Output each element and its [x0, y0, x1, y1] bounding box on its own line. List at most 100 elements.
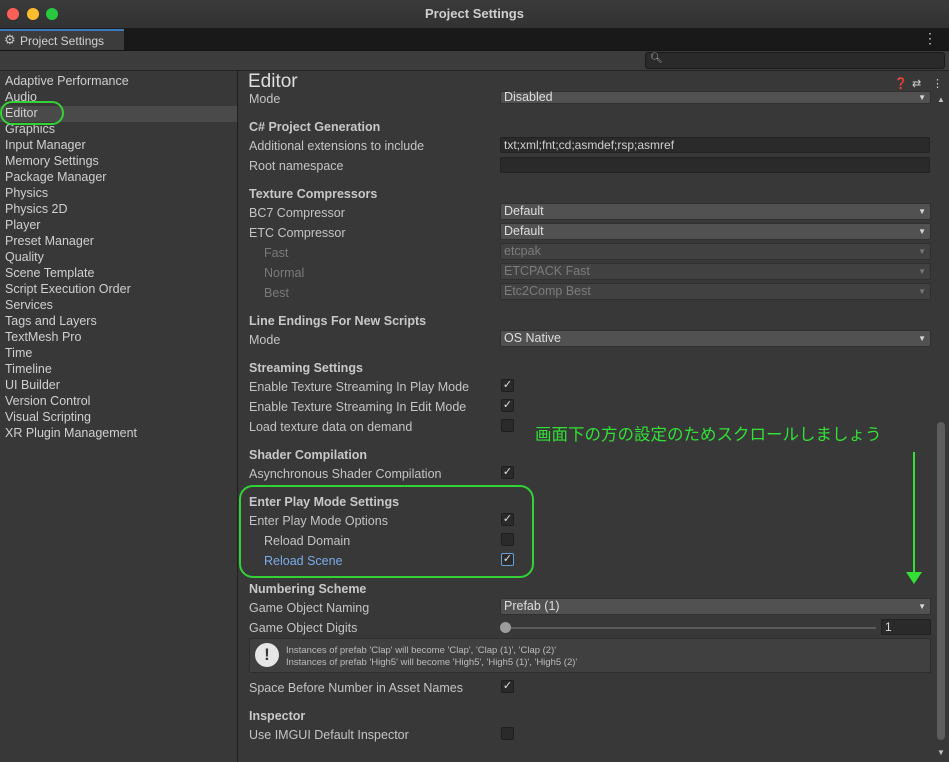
async-shader-checkbox[interactable]: ✓ — [501, 466, 514, 479]
annotation-circle-play-mode — [239, 485, 534, 578]
imgui-inspector-checkbox[interactable] — [501, 727, 514, 740]
fast-value: etcpak — [504, 244, 541, 258]
sidebar-item-adaptive-performance[interactable]: Adaptive Performance — [5, 74, 129, 90]
naming-label: Game Object Naming — [249, 601, 370, 615]
sidebar-item-physics-2d[interactable]: Physics 2D — [5, 202, 68, 218]
mode-label: Mode — [249, 92, 281, 106]
load-on-demand-checkbox[interactable] — [501, 419, 514, 432]
sidebar-item-visual-scripting[interactable]: Visual Scripting — [5, 410, 91, 426]
texture-section-header: Texture Compressors — [249, 187, 378, 201]
search-icon: 🔍︎ — [650, 53, 663, 64]
sidebar-item-scene-template[interactable]: Scene Template — [5, 266, 94, 282]
sidebar-item-player[interactable]: Player — [5, 218, 40, 234]
shader-section-header: Shader Compilation — [249, 448, 368, 462]
tab-more-icon[interactable]: ⋮ — [923, 30, 937, 47]
mode-value: Disabled — [504, 90, 553, 104]
scroll-down-icon[interactable]: ▼ — [937, 748, 945, 757]
more-icon[interactable]: ⋮ — [932, 77, 943, 90]
etc-dropdown[interactable]: Default ▼ — [500, 223, 931, 240]
best-dropdown: Etc2Comp Best ▼ — [500, 283, 931, 300]
inspector-section-header: Inspector — [249, 709, 306, 723]
tab-bar: ⚙ Project Settings ⋮ — [0, 29, 949, 51]
chevron-down-icon: ▼ — [918, 247, 926, 256]
digits-label: Game Object Digits — [249, 621, 358, 635]
sidebar-item-input-manager[interactable]: Input Manager — [5, 138, 86, 154]
csharp-section-header: C# Project Generation — [249, 120, 381, 134]
numbering-section-header: Numbering Scheme — [249, 582, 367, 596]
preset-icon[interactable]: ⇄ — [912, 77, 921, 90]
chevron-down-icon: ▼ — [918, 93, 926, 102]
streaming-play-checkbox[interactable]: ✓ — [501, 379, 514, 392]
chevron-down-icon: ▼ — [918, 207, 926, 216]
annotation-text: 画面下の方の設定のためスクロールしましょう — [535, 426, 882, 444]
chevron-down-icon: ▼ — [918, 267, 926, 276]
space-before-number-label: Space Before Number in Asset Names — [249, 681, 463, 695]
chevron-down-icon: ▼ — [918, 334, 926, 343]
normal-value: ETCPACK Fast — [504, 264, 590, 278]
digits-slider-handle[interactable] — [500, 622, 511, 633]
digits-input[interactable]: 1 — [881, 619, 931, 635]
digits-slider-track[interactable] — [506, 627, 876, 629]
sidebar-item-physics[interactable]: Physics — [5, 186, 48, 202]
fast-dropdown: etcpak ▼ — [500, 243, 931, 260]
bc7-dropdown[interactable]: Default ▼ — [500, 203, 931, 220]
tab-project-settings[interactable]: ⚙ Project Settings — [0, 29, 124, 50]
naming-dropdown[interactable]: Prefab (1) ▼ — [500, 598, 931, 615]
sidebar-item-textmesh-pro[interactable]: TextMesh Pro — [5, 330, 81, 346]
sidebar-item-time[interactable]: Time — [5, 346, 32, 362]
space-before-number-checkbox[interactable]: ✓ — [501, 680, 514, 693]
help-line-1: Instances of prefab 'Clap' will become '… — [286, 645, 557, 656]
sidebar-item-tags-and-layers[interactable]: Tags and Layers — [5, 314, 97, 330]
naming-value: Prefab (1) — [504, 599, 560, 613]
normal-label: Normal — [264, 266, 305, 280]
sidebar-item-quality[interactable]: Quality — [5, 250, 44, 266]
root-namespace-label: Root namespace — [249, 159, 344, 173]
info-icon: ! — [255, 643, 279, 667]
fast-label: Fast — [264, 246, 289, 260]
help-line-2: Instances of prefab 'High5' will become … — [286, 657, 578, 668]
gear-icon: ⚙ — [4, 32, 16, 47]
extensions-input[interactable]: txt;xml;fnt;cd;asmdef;rsp;asmref — [500, 137, 930, 153]
annotation-arrow-line — [913, 452, 915, 574]
search-input[interactable]: 🔍︎ — [645, 52, 945, 69]
title-bar: Project Settings — [0, 0, 949, 29]
sidebar-item-xr-plugin-management[interactable]: XR Plugin Management — [5, 426, 137, 442]
scrollbar-thumb[interactable] — [937, 422, 945, 740]
bc7-value: Default — [504, 204, 544, 218]
sidebar-item-version-control[interactable]: Version Control — [5, 394, 90, 410]
sidebar-item-script-execution-order[interactable]: Script Execution Order — [5, 282, 131, 298]
page-title: Editor — [248, 71, 298, 92]
annotation-circle-editor — [0, 101, 64, 125]
line-endings-mode-value: OS Native — [504, 331, 561, 345]
window-title: Project Settings — [425, 6, 524, 21]
sidebar-item-services[interactable]: Services — [5, 298, 53, 314]
imgui-inspector-label: Use IMGUI Default Inspector — [249, 728, 409, 742]
help-icon[interactable]: ❓ — [894, 77, 908, 90]
sidebar-item-memory-settings[interactable]: Memory Settings — [5, 154, 99, 170]
async-shader-label: Asynchronous Shader Compilation — [249, 467, 442, 481]
editor-settings-panel: Editor ❓ ⇄ ⋮ Mode Disabled ▼ C# Project … — [238, 71, 949, 762]
normal-dropdown: ETCPACK Fast ▼ — [500, 263, 931, 280]
tab-label: Project Settings — [20, 34, 105, 48]
scroll-up-icon[interactable]: ▲ — [937, 95, 945, 104]
streaming-play-label: Enable Texture Streaming In Play Mode — [249, 380, 470, 394]
line-endings-mode-dropdown[interactable]: OS Native ▼ — [500, 330, 931, 347]
etc-value: Default — [504, 224, 544, 238]
settings-sidebar: Adaptive Performance Audio Editor Graphi… — [0, 71, 238, 762]
best-label: Best — [264, 286, 290, 300]
bc7-label: BC7 Compressor — [249, 206, 345, 220]
mode-dropdown[interactable]: Disabled ▼ — [500, 91, 931, 104]
arrow-down-icon — [906, 572, 922, 584]
sidebar-item-package-manager[interactable]: Package Manager — [5, 170, 106, 186]
sidebar-item-ui-builder[interactable]: UI Builder — [5, 378, 60, 394]
line-endings-mode-label: Mode — [249, 333, 281, 347]
sidebar-item-timeline[interactable]: Timeline — [5, 362, 52, 378]
chevron-down-icon: ▼ — [918, 287, 926, 296]
search-row: 🔍︎ — [0, 51, 949, 71]
sidebar-item-preset-manager[interactable]: Preset Manager — [5, 234, 94, 250]
root-namespace-input[interactable] — [500, 157, 930, 173]
streaming-edit-checkbox[interactable]: ✓ — [501, 399, 514, 412]
numbering-help-box: ! Instances of prefab 'Clap' will become… — [249, 638, 931, 673]
etc-label: ETC Compressor — [249, 226, 346, 240]
chevron-down-icon: ▼ — [918, 602, 926, 611]
